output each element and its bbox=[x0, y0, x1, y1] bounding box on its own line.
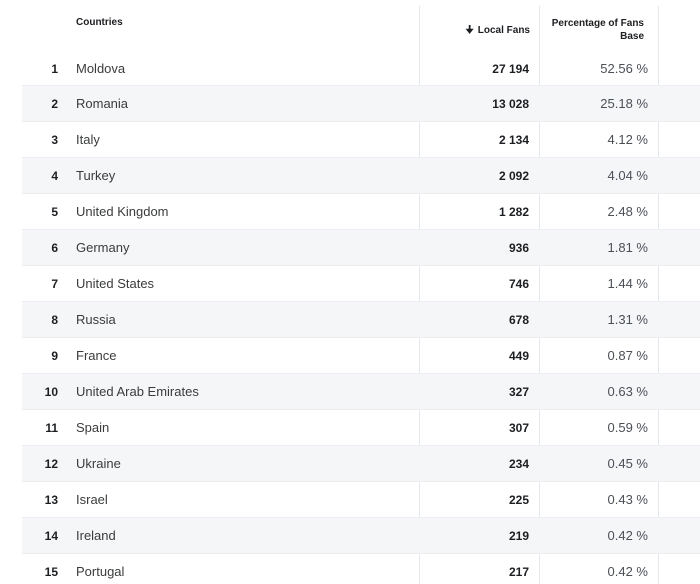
percentage-cell: 0.59 % bbox=[607, 420, 648, 435]
rank-cell: 11 bbox=[45, 421, 58, 435]
percentage-cell: 0.87 % bbox=[607, 348, 648, 363]
local-fans-cell: 234 bbox=[508, 457, 529, 471]
table-row: 11 Spain 307 0.59 % bbox=[22, 410, 700, 446]
local-fans-cell: 219 bbox=[508, 529, 529, 543]
fans-table: Countries 🠋 Local Fans Percentage of Fans… bbox=[22, 0, 700, 584]
country-cell: United Kingdom bbox=[76, 204, 169, 219]
rank-cell: 1 bbox=[51, 62, 58, 76]
percentage-cell: 52.56 % bbox=[600, 61, 648, 76]
country-cell: Portugal bbox=[76, 564, 125, 579]
table-row: 15 Portugal 217 0.42 % bbox=[22, 554, 700, 584]
percentage-cell: 0.43 % bbox=[607, 492, 648, 507]
percentage-cell: 1.31 % bbox=[607, 312, 648, 327]
rank-cell: 12 bbox=[44, 457, 58, 471]
header-countries[interactable]: Countries bbox=[76, 17, 123, 28]
percentage-cell: 2.48 % bbox=[607, 204, 648, 219]
country-cell: Moldova bbox=[76, 61, 126, 76]
local-fans-cell: 217 bbox=[508, 565, 529, 579]
local-fans-cell: 746 bbox=[508, 277, 529, 291]
rank-cell: 3 bbox=[51, 133, 58, 147]
table-row: 6 Germany 936 1.81 % bbox=[22, 230, 700, 266]
percentage-cell: 4.04 % bbox=[607, 168, 648, 183]
table-row: 7 United States 746 1.44 % bbox=[22, 266, 700, 302]
table-header: Countries 🠋 Local Fans Percentage of Fans… bbox=[22, 0, 700, 51]
table-row: 2 Romania 13 028 25.18 % bbox=[22, 86, 700, 122]
country-cell: United States bbox=[76, 276, 155, 291]
rank-cell: 9 bbox=[51, 349, 58, 363]
fans-by-country-page: Countries 🠋 Local Fans Percentage of Fans… bbox=[0, 0, 700, 584]
rank-cell: 7 bbox=[51, 277, 58, 291]
rank-cell: 4 bbox=[51, 169, 58, 183]
country-cell: Israel bbox=[76, 492, 108, 507]
country-cell: Russia bbox=[76, 312, 116, 327]
table-row: 4 Turkey 2 092 4.04 % bbox=[22, 158, 700, 194]
local-fans-cell: 449 bbox=[508, 349, 529, 363]
local-fans-cell: 678 bbox=[508, 313, 529, 327]
table-row: 10 United Arab Emirates 327 0.63 % bbox=[22, 374, 700, 410]
rank-cell: 15 bbox=[44, 565, 58, 579]
country-cell: Ukraine bbox=[76, 456, 121, 471]
table-row: 1 Moldova 27 194 52.56 % bbox=[22, 51, 700, 86]
percentage-cell: 0.63 % bbox=[607, 384, 648, 399]
table-row: 8 Russia 678 1.31 % bbox=[22, 302, 700, 338]
percentage-cell: 0.42 % bbox=[607, 564, 648, 579]
country-cell: Germany bbox=[76, 240, 130, 255]
table-row: 13 Israel 225 0.43 % bbox=[22, 482, 700, 518]
rank-cell: 8 bbox=[51, 313, 58, 327]
local-fans-cell: 27 194 bbox=[492, 62, 529, 76]
local-fans-cell: 1 282 bbox=[498, 205, 529, 219]
local-fans-cell: 307 bbox=[508, 421, 529, 435]
country-cell: United Arab Emirates bbox=[76, 384, 199, 399]
table-row: 5 United Kingdom 1 282 2.48 % bbox=[22, 194, 700, 230]
percentage-cell: 1.81 % bbox=[607, 240, 648, 255]
percentage-cell: 4.12 % bbox=[607, 132, 648, 147]
table-row: 14 Ireland 219 0.42 % bbox=[22, 518, 700, 554]
country-cell: Ireland bbox=[76, 528, 116, 543]
rank-cell: 6 bbox=[51, 241, 58, 255]
local-fans-cell: 936 bbox=[508, 241, 529, 255]
percentage-cell: 25.18 % bbox=[600, 96, 648, 111]
local-fans-cell: 225 bbox=[508, 493, 529, 507]
country-cell: Romania bbox=[76, 96, 129, 111]
percentage-cell: 0.42 % bbox=[607, 528, 648, 543]
header-local-fans-label: Local Fans bbox=[477, 25, 530, 36]
local-fans-cell: 327 bbox=[508, 385, 529, 399]
local-fans-cell: 2 134 bbox=[498, 133, 529, 147]
header-local-fans[interactable]: 🠋 Local Fans bbox=[420, 23, 530, 40]
rank-cell: 13 bbox=[44, 493, 58, 507]
header-percentage[interactable]: Percentage of Fans Base bbox=[540, 17, 644, 43]
table-row: 3 Italy 2 134 4.12 % bbox=[22, 122, 700, 158]
rank-cell: 10 bbox=[44, 385, 58, 399]
rank-cell: 14 bbox=[44, 529, 58, 543]
local-fans-cell: 13 028 bbox=[492, 97, 529, 111]
table-row: 9 France 449 0.87 % bbox=[22, 338, 700, 374]
country-cell: Turkey bbox=[76, 168, 116, 183]
percentage-cell: 0.45 % bbox=[607, 456, 648, 471]
rank-cell: 5 bbox=[51, 205, 58, 219]
percentage-cell: 1.44 % bbox=[607, 276, 648, 291]
country-cell: Italy bbox=[76, 132, 100, 147]
sort-down-icon: 🠋 bbox=[465, 25, 474, 36]
table-body: 1 Moldova 27 194 52.56 % 2 Romania 13 028 25.18… bbox=[22, 51, 700, 584]
table-row: 12 Ukraine 234 0.45 % bbox=[22, 446, 700, 482]
country-cell: Spain bbox=[76, 420, 110, 435]
local-fans-cell: 2 092 bbox=[498, 169, 529, 183]
country-cell: France bbox=[76, 348, 117, 363]
rank-cell: 2 bbox=[51, 97, 58, 111]
